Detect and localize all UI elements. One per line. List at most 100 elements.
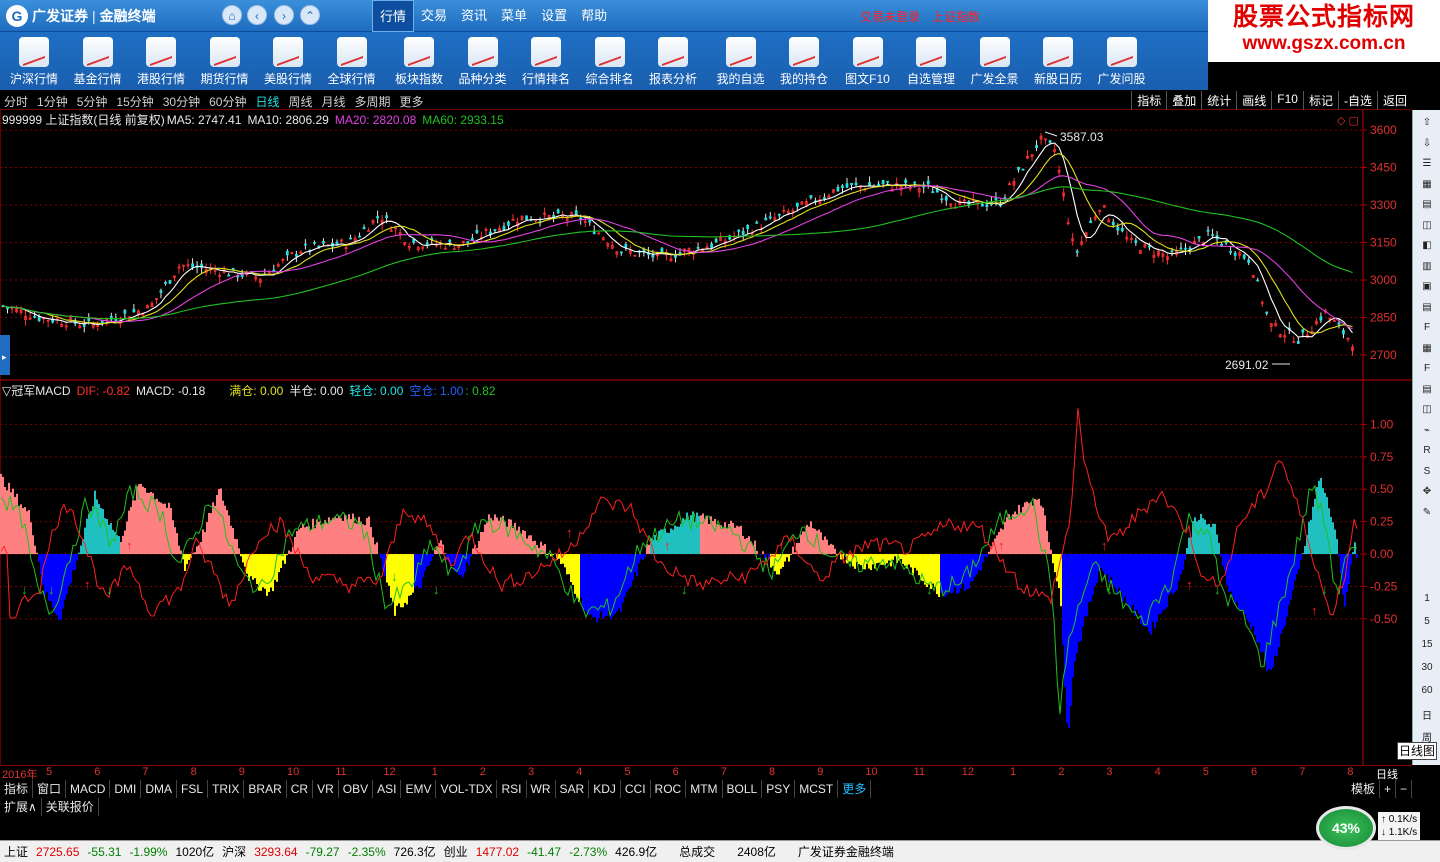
sidebar-tool-icon[interactable]: ✥	[1417, 483, 1437, 501]
sidebar-period-label[interactable]: 日	[1417, 708, 1437, 726]
collapse-icon[interactable]: ⌃	[300, 5, 320, 25]
toolbar-item[interactable]: 美股行情	[258, 35, 318, 89]
indicator-tab[interactable]: CCI	[621, 780, 651, 798]
menu-help[interactable]: 帮助	[574, 0, 614, 32]
menu-menu[interactable]: 菜单	[494, 0, 534, 32]
kline-chart[interactable]: 3600 3450 3300 3150 3000 2850 2700 999999 上证指数(…	[0, 110, 1412, 765]
sidebar-tool-icon[interactable]: ▦	[1417, 340, 1437, 358]
chart-options-icon[interactable]: ◇ ▢	[1337, 115, 1359, 127]
period-tab[interactable]: 30分钟	[163, 93, 200, 110]
chart-action-tab[interactable]: 返回	[1376, 91, 1412, 110]
indicator-tab[interactable]: CR	[287, 780, 314, 798]
indicator-tab[interactable]: ROC	[651, 780, 687, 798]
toolbar-item[interactable]: 广发问股	[1092, 35, 1152, 89]
sidebar-tool-icon[interactable]: S	[1417, 463, 1437, 481]
sidebar-tool-icon[interactable]: ▤	[1417, 299, 1437, 317]
indicator-tab[interactable]: TRIX	[208, 780, 245, 798]
chart-action-tab[interactable]: F10	[1271, 91, 1303, 110]
period-tab[interactable]: 日线	[255, 93, 279, 110]
chart-action-tab[interactable]: 叠加	[1166, 91, 1201, 110]
menu-settings[interactable]: 设置	[534, 0, 574, 32]
forward-icon[interactable]: ›	[274, 5, 294, 25]
period-tab[interactable]: 1分钟	[37, 93, 68, 110]
sidebar-period-number[interactable]: 5	[1417, 613, 1437, 631]
indicator-tab[interactable]: MTM	[686, 780, 723, 798]
sidebar-tool-icon[interactable]: ◫	[1417, 401, 1437, 419]
toolbar-item[interactable]: 板块指数	[389, 35, 449, 89]
indicator-tab[interactable]: PSY	[762, 780, 796, 798]
template-button[interactable]: 模板	[1347, 780, 1380, 798]
indicator-tab[interactable]: VOL-TDX	[436, 780, 498, 798]
sidebar-tool-icon[interactable]: ▥	[1417, 258, 1437, 276]
indicator-tab[interactable]: OBV	[339, 780, 374, 798]
menu-news[interactable]: 资讯	[454, 0, 494, 32]
zoom-out-button[interactable]: −	[1396, 780, 1412, 798]
sidebar-tool-icon[interactable]: ✎	[1417, 504, 1437, 522]
indicator-tab[interactable]: SAR	[556, 780, 590, 798]
period-tab[interactable]: 多周期	[355, 93, 391, 110]
sidebar-tool-icon[interactable]: ▤	[1417, 196, 1437, 214]
toolbar-item[interactable]: 自选管理	[901, 35, 961, 89]
period-tab[interactable]: 60分钟	[209, 93, 246, 110]
chart-action-tab[interactable]: 指标	[1131, 91, 1166, 110]
indicator-tab[interactable]: 窗口	[33, 780, 67, 798]
indicator-tab[interactable]: MACD	[66, 780, 111, 798]
indicator-tab[interactable]: 指标	[0, 780, 34, 798]
indicator-tab[interactable]: FSL	[177, 780, 209, 798]
toolbar-item[interactable]: 港股行情	[131, 35, 191, 89]
sidebar-tool-icon[interactable]: F	[1417, 360, 1437, 378]
indicator-tab[interactable]: 更多	[838, 780, 872, 798]
menu-trade[interactable]: 交易	[414, 0, 454, 32]
sidebar-tool-icon[interactable]: R	[1417, 442, 1437, 460]
period-tab[interactable]: 更多	[400, 93, 424, 110]
back-icon[interactable]: ‹	[247, 5, 267, 25]
period-tab[interactable]: 月线	[322, 93, 346, 110]
sidebar-period-number[interactable]: 15	[1417, 636, 1437, 654]
login-status[interactable]: 交易未登录	[860, 8, 920, 25]
indicator-tab[interactable]: VR	[313, 780, 339, 798]
toolbar-item[interactable]: 期货行情	[195, 35, 255, 89]
toolbar-item[interactable]: 我的自选	[711, 35, 771, 89]
chart-action-tab[interactable]: 统计	[1201, 91, 1236, 110]
toolbar-item[interactable]: 基金行情	[68, 35, 128, 89]
indicator-tab[interactable]: DMA	[141, 780, 178, 798]
period-tab[interactable]: 周线	[288, 93, 312, 110]
period-tab[interactable]: 分时	[4, 93, 28, 110]
indicator-tab[interactable]: MCST	[795, 780, 839, 798]
sidebar-tool-icon[interactable]: ▣	[1417, 278, 1437, 296]
period-tab[interactable]: 15分钟	[116, 93, 153, 110]
sidebar-tool-icon[interactable]: ⇧	[1417, 114, 1437, 132]
indicator-tab[interactable]: KDJ	[589, 780, 621, 798]
indicator-tab[interactable]: BOLL	[723, 780, 763, 798]
sidebar-period-number[interactable]: 30	[1417, 659, 1437, 677]
indicator-tab[interactable]: RSI	[497, 780, 527, 798]
indicator-tab[interactable]: EMV	[401, 780, 437, 798]
zoom-in-button[interactable]: +	[1380, 780, 1396, 798]
indicator-tab[interactable]: WR	[527, 780, 556, 798]
sidebar-tool-icon[interactable]: ◫	[1417, 217, 1437, 235]
period-tab[interactable]: 5分钟	[77, 93, 108, 110]
home-icon[interactable]: ⌂	[222, 5, 242, 25]
toolbar-item[interactable]: 广发全景	[965, 35, 1025, 89]
sidebar-tool-icon[interactable]: ⌁	[1417, 422, 1437, 440]
sidebar-tool-icon[interactable]: ▦	[1417, 176, 1437, 194]
toolbar-item[interactable]: 品种分类	[453, 35, 513, 89]
left-panel-arrow-icon[interactable]: ▸	[2, 352, 7, 362]
toolbar-item[interactable]: 行情排名	[516, 35, 576, 89]
menu-quotes[interactable]: 行情	[372, 0, 415, 32]
chart-action-tab[interactable]: 画线	[1236, 91, 1271, 110]
chart-action-tab[interactable]: -自选	[1337, 91, 1377, 110]
sidebar-tool-icon[interactable]: ▤	[1417, 381, 1437, 399]
toolbar-item[interactable]: 沪深行情	[4, 35, 64, 89]
indicator-tab[interactable]: DMI	[110, 780, 142, 798]
chart-action-tab[interactable]: 标记	[1302, 91, 1338, 110]
toolbar-item[interactable]: 新股日历	[1028, 35, 1088, 89]
expand-tab[interactable]: 扩展∧	[0, 798, 42, 816]
sidebar-period-number[interactable]: 1	[1417, 590, 1437, 608]
sidebar-tool-icon[interactable]: ☰	[1417, 155, 1437, 173]
sidebar-tool-icon[interactable]: ◧	[1417, 237, 1437, 255]
toolbar-item[interactable]: 全球行情	[322, 35, 382, 89]
related-quotes-tab[interactable]: 关联报价	[42, 798, 99, 816]
toolbar-item[interactable]: 综合排名	[580, 35, 640, 89]
indicator-tab[interactable]: ASI	[373, 780, 402, 798]
